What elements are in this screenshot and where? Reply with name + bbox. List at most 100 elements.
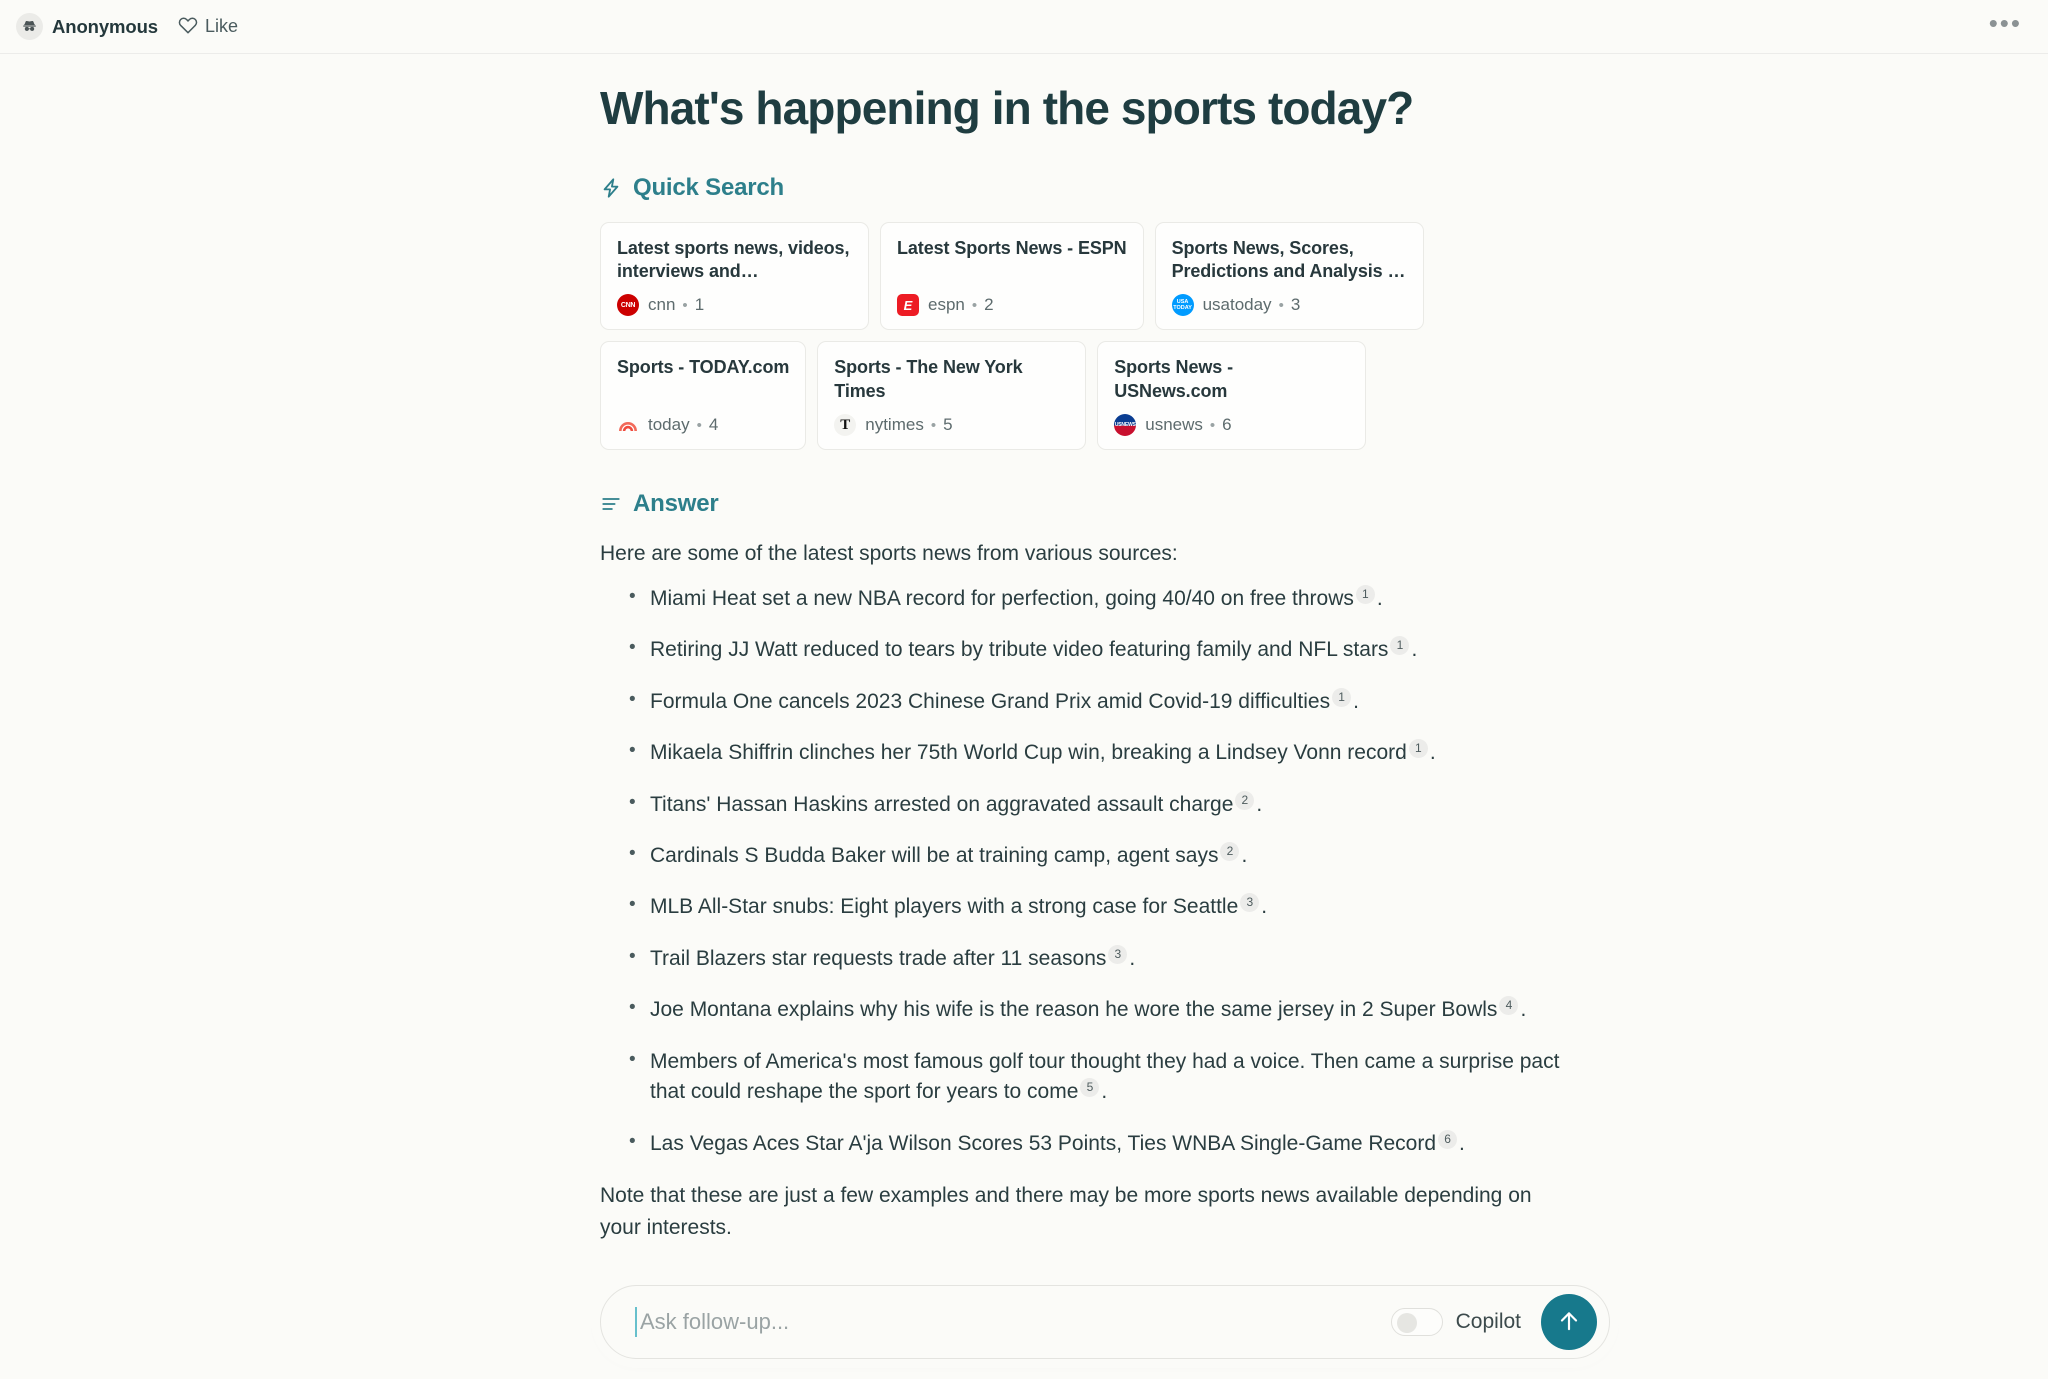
list-item: Members of America's most famous golf to… [600,1046,1585,1108]
citation-badge[interactable]: 1 [1355,584,1375,604]
source-card-domain: usnews [1145,415,1203,435]
list-item-period: . [1429,741,1436,765]
list-item-text: Las Vegas Aces Star A'ja Wilson Scores 5… [650,1131,1437,1155]
list-item-period: . [1129,946,1136,970]
source-card-meta: USA TODAY usatoday • 3 [1171,294,1407,317]
source-card-separator: • [696,416,702,434]
list-item: Titans' Hassan Haskins arrested on aggra… [600,788,1585,820]
source-card-separator: • [682,296,688,314]
citation-badge[interactable]: 1 [1390,636,1410,656]
list-item-text: Titans' Hassan Haskins arrested on aggra… [650,792,1234,816]
today-rainbow-logo-icon [617,414,639,436]
quick-search-title: Quick Search [633,173,785,201]
list-item-text: Mikaela Shiffrin clinches her 75th World… [650,741,1407,765]
citation-badge[interactable]: 1 [1408,739,1428,759]
source-card-index: 6 [1222,415,1232,435]
list-item-period: . [1101,1080,1108,1104]
followup-input[interactable] [635,1307,1391,1337]
copilot-toggle[interactable] [1390,1308,1443,1336]
source-card-separator: • [1209,416,1216,434]
source-card-meta: T nytimes • 5 [834,414,1069,437]
source-card-meta: today • 4 [617,414,789,436]
arrow-up-icon [1556,1308,1582,1337]
list-item-period: . [1241,843,1248,867]
like-label: Like [205,16,239,36]
user-chip[interactable]: Anonymous [16,13,158,40]
answer-title: Answer [633,490,719,518]
list-item: Cardinals S Budda Baker will be at train… [600,840,1585,871]
source-card[interactable]: Latest Sports News - ESPN E espn • 2 [880,221,1144,331]
source-card-meta: CNN cnn • 1 [617,294,852,317]
followup-bar: Copilot [600,1285,1610,1359]
quick-search-header: Quick Search [600,174,1630,202]
source-card-index: 3 [1290,295,1301,315]
list-item-text: Cardinals S Budda Baker will be at train… [650,843,1219,867]
quick-search-cards: Latest sports news, videos, interviews a… [600,221,1630,451]
list-item-period: . [1353,689,1359,713]
source-card[interactable]: Sports News - USNews.com USNEWS usnews •… [1097,341,1367,451]
source-card-separator: • [930,416,937,434]
source-card-title: Sports - TODAY.com [617,357,790,378]
list-item-text: Miami Heat set a new NBA record for perf… [650,586,1354,610]
citation-badge[interactable]: 4 [1499,996,1519,1016]
user-name: Anonymous [52,15,158,37]
list-item: Trail Blazers star requests trade after … [600,943,1585,974]
list-item-text: Joe Montana explains why his wife is the… [650,998,1498,1022]
citation-badge[interactable]: 2 [1235,790,1255,810]
espn-logo-icon: E [897,294,919,317]
citation-badge[interactable]: 3 [1240,893,1260,913]
usnews-logo-icon: USNEWS [1114,414,1137,437]
citation-badge[interactable]: 1 [1332,687,1352,707]
source-card-separator: • [971,296,978,314]
source-card-meta: USNEWS usnews • 6 [1114,414,1349,437]
list-item-period: . [1411,638,1418,662]
list-item-period: . [1459,1131,1465,1155]
list-item: Retiring JJ Watt reduced to tears by tri… [600,634,1585,665]
cnn-logo-icon: CNN [617,294,639,317]
copilot-label: Copilot [1455,1310,1521,1333]
citation-badge[interactable]: 5 [1080,1078,1100,1098]
content-column: What's happening in the sports today? Qu… [600,80,1630,1243]
top-bar: Anonymous Like ••• [0,0,2048,54]
more-horizontal-icon[interactable]: ••• [1985,10,2026,42]
citation-badge[interactable]: 6 [1438,1129,1458,1149]
nytimes-logo-icon: T [834,414,857,437]
list-item-period: . [1520,998,1527,1022]
send-button[interactable] [1541,1294,1597,1350]
list-item-period: . [1376,586,1383,610]
copilot-toggle-knob [1396,1313,1417,1333]
source-card-index: 2 [984,295,994,315]
list-item: Formula One cancels 2023 Chinese Grand P… [600,686,1585,717]
list-item: Las Vegas Aces Star A'ja Wilson Scores 5… [600,1128,1585,1159]
top-bar-right-group: ••• [1985,10,2026,42]
list-item-period: . [1256,792,1263,816]
source-card-index: 1 [694,295,705,315]
source-card[interactable]: Latest sports news, videos, interviews a… [600,221,869,331]
list-item-text: Trail Blazers star requests trade after … [650,946,1107,970]
source-card-domain: usatoday [1202,295,1272,315]
source-card-index: 5 [943,415,953,435]
like-button[interactable]: Like [178,14,238,39]
source-card-title: Latest Sports News - ESPN [897,237,1127,258]
source-card[interactable]: Sports - TODAY.com today • 4 [600,341,807,451]
source-card-title: Sports News - USNews.com [1114,357,1233,402]
answer-list: Miami Heat set a new NBA record for perf… [600,583,1630,1159]
answer-lines-icon [600,493,622,515]
list-item: Mikaela Shiffrin clinches her 75th World… [600,737,1585,768]
incognito-avatar-icon [16,13,43,40]
top-bar-left-group: Anonymous Like [16,13,238,40]
list-item: Miami Heat set a new NBA record for perf… [600,583,1585,614]
source-card-separator: • [1278,296,1284,314]
list-item-text: Formula One cancels 2023 Chinese Grand P… [650,689,1331,713]
followup-bar-wrapper: Copilot [600,1285,1610,1359]
lightning-bolt-icon [600,176,622,200]
citation-badge[interactable]: 3 [1108,944,1128,964]
usatoday-logo-icon: USA TODAY [1171,294,1194,317]
list-item-text: MLB All-Star snubs: Eight players with a… [650,895,1239,919]
source-card[interactable]: Sports - The New York Times T nytimes • … [817,341,1087,451]
source-card-title: Latest sports news, videos, interviews a… [617,237,850,282]
citation-badge[interactable]: 2 [1220,841,1240,861]
list-item: Joe Montana explains why his wife is the… [600,994,1585,1025]
list-item-period: . [1261,895,1268,919]
source-card[interactable]: Sports News, Scores, Predictions and Ana… [1154,221,1424,331]
